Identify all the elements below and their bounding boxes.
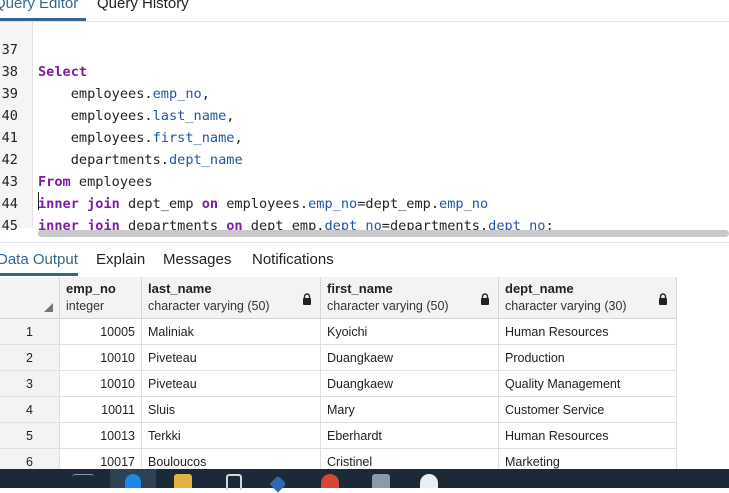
cell-last-name[interactable]: Sluis	[142, 397, 321, 423]
tab-explain[interactable]: Explain	[96, 251, 145, 268]
tab-query-history[interactable]: Query History	[97, 0, 189, 12]
active-tab-indicator	[0, 273, 78, 276]
cell-first-name[interactable]: Duangkaew	[321, 371, 499, 397]
row-number[interactable]: 2	[0, 345, 60, 371]
cell-dept-name[interactable]: Marketing	[499, 449, 677, 469]
app-icon[interactable]	[420, 474, 438, 488]
lock-icon	[303, 293, 311, 305]
code-line: 41 departments.dept_name	[0, 105, 729, 168]
code-line: 39 employees.last_name,	[0, 61, 729, 124]
tab-notifications[interactable]: Notifications	[252, 251, 334, 268]
column-header-dept-name[interactable]: dept_name character varying (30)	[499, 277, 677, 319]
column-name: first_name	[327, 281, 393, 296]
cell-emp-no[interactable]: 10005	[60, 319, 142, 345]
lock-icon	[659, 293, 667, 305]
horizontal-scrollbar[interactable]	[38, 230, 729, 237]
row-number[interactable]: 3	[0, 371, 60, 397]
cell-dept-name[interactable]: Quality Management	[499, 371, 677, 397]
code-line: 42 From employees	[0, 127, 729, 190]
column-type: character varying (30)	[505, 299, 627, 313]
cell-dept-name[interactable]: Customer Service	[499, 397, 677, 423]
result-tabs: Data Output Explain Messages Notificatio…	[0, 242, 729, 278]
lock-icon	[481, 293, 489, 305]
data-grid: emp_no integer last_name character varyi…	[0, 277, 729, 469]
tab-query-editor[interactable]: Query Editor	[0, 0, 78, 12]
file-explorer-icon[interactable]	[174, 474, 192, 488]
table-row[interactable]: 3 10010 Piveteau Duangkaew Quality Manag…	[0, 371, 677, 397]
cell-last-name[interactable]: Bouloucos	[142, 449, 321, 469]
cell-first-name[interactable]: Eberhardt	[321, 423, 499, 449]
row-number[interactable]: 4	[0, 397, 60, 423]
notepad-icon[interactable]	[372, 474, 390, 488]
tab-messages[interactable]: Messages	[163, 251, 231, 268]
cell-emp-no[interactable]: 10013	[60, 423, 142, 449]
column-type: character varying (50)	[148, 299, 270, 313]
column-header-emp-no[interactable]: emp_no integer	[60, 277, 142, 319]
row-number[interactable]: 1	[0, 319, 60, 345]
column-type: integer	[66, 299, 105, 313]
table-row[interactable]: 6 10017 Bouloucos Cristinel Marketing	[0, 449, 677, 469]
cell-emp-no[interactable]: 10017	[60, 449, 142, 469]
column-header-last-name[interactable]: last_name character varying (50)	[142, 277, 321, 319]
code-line: 38 employees.emp_no,	[0, 39, 729, 102]
row-number[interactable]: 6	[0, 449, 60, 469]
active-app-highlight[interactable]	[110, 469, 156, 488]
code-line: 45	[0, 193, 729, 234]
code-line: 37 Select	[0, 17, 729, 80]
cell-first-name[interactable]: Duangkaew	[321, 345, 499, 371]
column-header-first-name[interactable]: first_name character varying (50)	[321, 277, 499, 319]
code-line: 44 inner join departments on dept_emp.de…	[0, 171, 729, 234]
cell-emp-no[interactable]: 10011	[60, 397, 142, 423]
table-row[interactable]: 1 10005 Maliniak Kyoichi Human Resources	[0, 319, 677, 345]
chrome-icon[interactable]	[321, 474, 339, 488]
cell-dept-name[interactable]: Human Resources	[499, 423, 677, 449]
cell-emp-no[interactable]: 10010	[60, 345, 142, 371]
cell-last-name[interactable]: Maliniak	[142, 319, 321, 345]
column-name: emp_no	[66, 281, 116, 296]
select-all-icon	[44, 303, 53, 312]
cell-first-name[interactable]: Kyoichi	[321, 319, 499, 345]
edge-icon	[125, 474, 141, 488]
code-line: 43 inner join dept_emp on employees.emp_…	[0, 149, 729, 212]
select-all-corner[interactable]	[0, 277, 60, 319]
column-name: last_name	[148, 281, 212, 296]
app-icon[interactable]	[269, 475, 287, 493]
cell-last-name[interactable]: Terkki	[142, 423, 321, 449]
cell-emp-no[interactable]: 10010	[60, 371, 142, 397]
tab-data-output[interactable]: Data Output	[0, 251, 78, 268]
taskbar	[0, 469, 729, 493]
table-row[interactable]: 2 10010 Piveteau Duangkaew Production	[0, 345, 677, 371]
cell-dept-name[interactable]: Human Resources	[499, 319, 677, 345]
table-row[interactable]: 5 10013 Terkki Eberhardt Human Resources	[0, 423, 677, 449]
code-line: 40 employees.first_name,	[0, 83, 729, 146]
row-number[interactable]: 5	[0, 423, 60, 449]
task-view-icon[interactable]	[72, 474, 94, 489]
sql-editor[interactable]: 37 Select 38 employees.emp_no, 39 employ…	[0, 22, 729, 256]
cell-first-name[interactable]: Mary	[321, 397, 499, 423]
table-row[interactable]: 4 10011 Sluis Mary Customer Service	[0, 397, 677, 423]
column-name: dept_name	[505, 281, 574, 296]
text-cursor	[38, 192, 39, 210]
cell-last-name[interactable]: Piveteau	[142, 371, 321, 397]
column-type: character varying (50)	[327, 299, 449, 313]
cell-first-name[interactable]: Cristinel	[321, 449, 499, 469]
cell-last-name[interactable]: Piveteau	[142, 345, 321, 371]
cell-dept-name[interactable]: Production	[499, 345, 677, 371]
